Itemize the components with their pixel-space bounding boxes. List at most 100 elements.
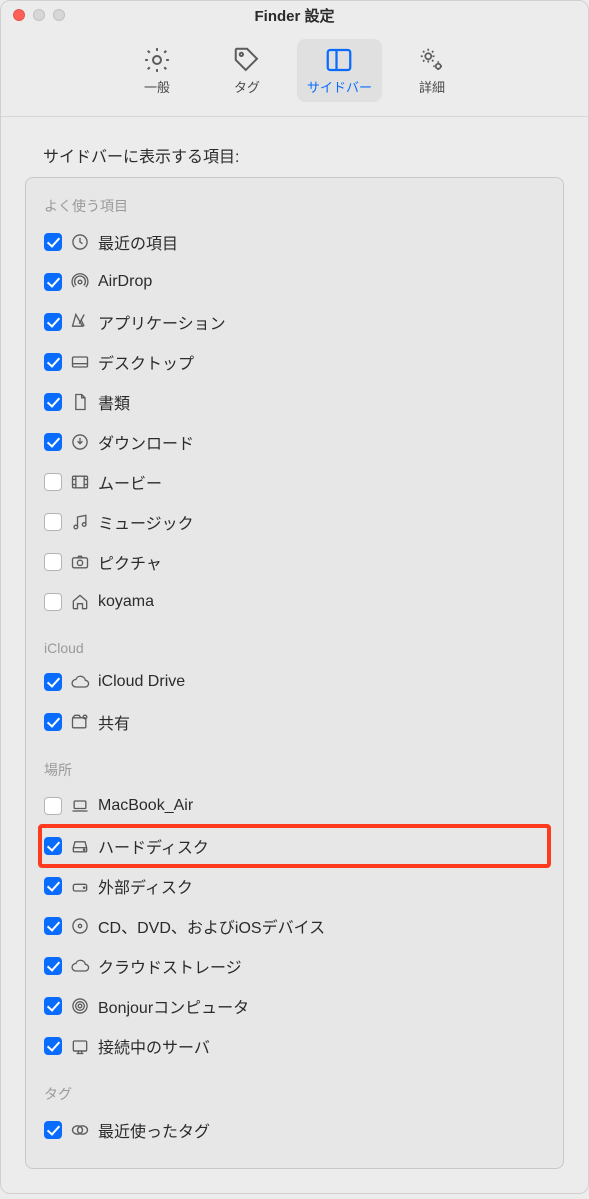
sidebar-option-pictures: ピクチャ — [40, 542, 549, 582]
disc-icon — [70, 916, 90, 936]
tag-icon — [232, 45, 262, 75]
sidebar-option-documents: 書類 — [40, 382, 549, 422]
sidebar-option-recent: 最近の項目 — [40, 222, 549, 262]
tab-tags[interactable]: タグ — [207, 39, 287, 102]
checkbox-optical[interactable] — [44, 917, 62, 935]
checkbox-recent[interactable] — [44, 233, 62, 251]
option-label: koyama — [98, 593, 154, 611]
cloud-icon — [70, 672, 90, 692]
finder-settings-window: Finder 設定 一般 タグ サイドバー 詳細 サ — [0, 0, 589, 1194]
section-label: サイドバーに表示する項目: — [43, 143, 564, 167]
option-label: 書類 — [98, 390, 130, 414]
camera-icon — [70, 552, 90, 572]
laptop-icon — [70, 796, 90, 816]
group-header-tags: タグ — [44, 1084, 549, 1104]
option-label: クラウドストレージ — [98, 954, 242, 978]
house-icon — [70, 592, 90, 612]
option-label: ミュージック — [98, 510, 194, 534]
checkbox-desktop[interactable] — [44, 353, 62, 371]
bonjour-icon — [70, 996, 90, 1016]
option-label: ハードディスク — [98, 834, 209, 858]
checkbox-computer[interactable] — [44, 797, 62, 815]
checkbox-recenttags[interactable] — [44, 1121, 62, 1139]
checkbox-movies[interactable] — [44, 473, 62, 491]
gears-icon — [417, 45, 447, 75]
checkbox-airdrop[interactable] — [44, 273, 62, 291]
option-label: 外部ディスク — [98, 874, 193, 898]
checkbox-servers[interactable] — [44, 1037, 62, 1055]
checkbox-pictures[interactable] — [44, 553, 62, 571]
group-header-favorites: よく使う項目 — [44, 196, 549, 216]
option-label: デスクトップ — [98, 350, 194, 374]
sidebar-option-servers: 接続中のサーバ — [40, 1026, 549, 1066]
sidebar-option-apps: アプリケーション — [40, 302, 549, 342]
sidebar-option-downloads: ダウンロード — [40, 422, 549, 462]
external-disk-icon — [70, 876, 90, 896]
toolbar: 一般 タグ サイドバー 詳細 — [1, 29, 588, 117]
tab-sidebar[interactable]: サイドバー — [297, 39, 382, 102]
option-label: 接続中のサーバ — [98, 1034, 210, 1058]
airdrop-icon — [70, 272, 90, 292]
music-icon — [70, 512, 90, 532]
option-label: CD、DVD、およびiOSデバイス — [98, 914, 325, 938]
tab-general[interactable]: 一般 — [117, 39, 197, 102]
tab-label: 一般 — [144, 77, 170, 96]
minimize-button[interactable] — [33, 9, 45, 21]
tab-label: タグ — [234, 77, 260, 96]
sidebar-option-desktop: デスクトップ — [40, 342, 549, 382]
option-label: ムービー — [98, 470, 162, 494]
checkbox-iclouddrive[interactable] — [44, 673, 62, 691]
sidebar-option-optical: CD、DVD、およびiOSデバイス — [40, 906, 549, 946]
checkbox-harddisk[interactable] — [44, 837, 62, 855]
sidebar-option-recenttags: 最近使ったタグ — [40, 1110, 549, 1150]
movie-icon — [70, 472, 90, 492]
tab-label: サイドバー — [307, 77, 372, 96]
checkbox-external[interactable] — [44, 877, 62, 895]
server-icon — [70, 1036, 90, 1056]
close-button[interactable] — [13, 9, 25, 21]
checkbox-bonjour[interactable] — [44, 997, 62, 1015]
sidebar-option-external: 外部ディスク — [40, 866, 549, 906]
checkbox-cloud[interactable] — [44, 957, 62, 975]
zoom-button[interactable] — [53, 9, 65, 21]
sidebar-option-computer: MacBook_Air — [40, 786, 549, 826]
group-header-icloud: iCloud — [44, 640, 549, 656]
group-header-locations: 場所 — [44, 760, 549, 780]
content: サイドバーに表示する項目: よく使う項目最近の項目 AirDrop アプリケーション… — [1, 117, 588, 1193]
sidebar-option-home: koyama — [40, 582, 549, 622]
titlebar: Finder 設定 — [1, 1, 588, 29]
cloud-icon — [70, 956, 90, 976]
sidebar-option-airdrop: AirDrop — [40, 262, 549, 302]
tab-advanced[interactable]: 詳細 — [392, 39, 472, 102]
option-label: AirDrop — [98, 273, 152, 291]
sidebar-option-iclouddrive: iCloud Drive — [40, 662, 549, 702]
option-label: ピクチャ — [98, 550, 162, 574]
option-label: アプリケーション — [98, 310, 226, 334]
checkbox-home[interactable] — [44, 593, 62, 611]
apps-icon — [70, 312, 90, 332]
document-icon — [70, 392, 90, 412]
option-label: Bonjourコンピュータ — [98, 994, 249, 1018]
checkbox-music[interactable] — [44, 513, 62, 531]
option-label: ダウンロード — [98, 430, 194, 454]
sidebar-option-cloud: クラウドストレージ — [40, 946, 549, 986]
tab-label: 詳細 — [419, 77, 445, 96]
harddisk-icon — [70, 836, 90, 856]
traffic-lights — [13, 9, 65, 21]
shared-folder-icon — [70, 712, 90, 732]
option-label: MacBook_Air — [98, 797, 193, 815]
clock-icon — [70, 232, 90, 252]
window-title: Finder 設定 — [1, 5, 588, 26]
sidebar-option-movies: ムービー — [40, 462, 549, 502]
checkbox-documents[interactable] — [44, 393, 62, 411]
checkbox-apps[interactable] — [44, 313, 62, 331]
sidebar-option-bonjour: Bonjourコンピュータ — [40, 986, 549, 1026]
sidebar-option-shared: 共有 — [40, 702, 549, 742]
option-label: 最近の項目 — [98, 230, 178, 254]
checkbox-shared[interactable] — [44, 713, 62, 731]
download-icon — [70, 432, 90, 452]
sidebar-items-panel: よく使う項目最近の項目 AirDrop アプリケーションデスクトップ書類ダウンロード… — [25, 177, 564, 1169]
tags-icon — [70, 1120, 90, 1140]
checkbox-downloads[interactable] — [44, 433, 62, 451]
option-label: 最近使ったタグ — [98, 1118, 210, 1142]
